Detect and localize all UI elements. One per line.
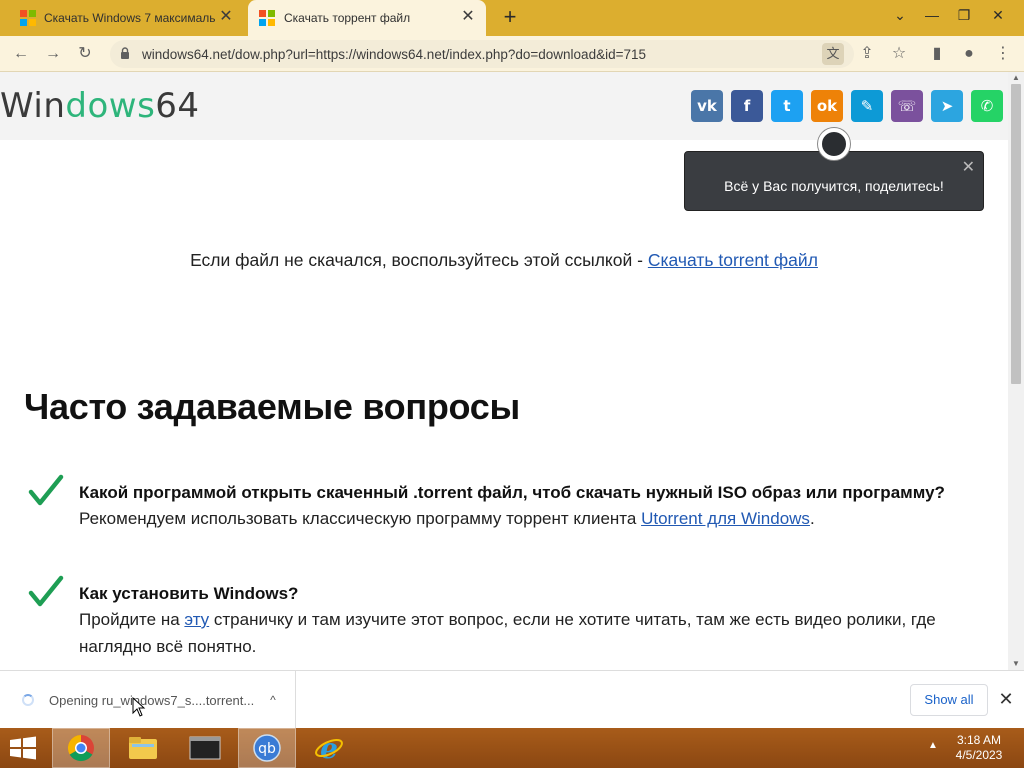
tab-title: Скачать торрент файл xyxy=(284,11,411,25)
profile-icon[interactable]: ● xyxy=(956,41,982,67)
tab-torrent[interactable]: Скачать торрент файл ✕ xyxy=(248,0,486,36)
console-taskbar-icon[interactable] xyxy=(176,728,234,768)
back-button[interactable]: ← xyxy=(8,41,34,67)
install-guide-link[interactable]: эту xyxy=(184,610,209,629)
odnoklassniki-share-icon[interactable]: ok xyxy=(811,90,843,122)
page-scrollbar[interactable]: ▲ ▼ xyxy=(1008,72,1024,670)
tab-windows7[interactable]: Скачать Windows 7 максималь ✕ xyxy=(8,0,244,36)
livejournal-share-icon[interactable]: ✎ xyxy=(851,90,883,122)
checkmark-icon xyxy=(28,474,64,506)
windows-favicon-icon xyxy=(20,10,36,26)
tooltip-close-icon[interactable]: ✕ xyxy=(962,157,975,177)
internet-explorer-icon: e xyxy=(315,733,343,763)
minimize-button[interactable]: — xyxy=(916,0,948,30)
checkmark-icon xyxy=(28,575,64,607)
scroll-up-arrow[interactable]: ▲ xyxy=(1008,72,1024,84)
menu-icon[interactable]: ⋮ xyxy=(990,41,1016,67)
qbittorrent-taskbar-icon[interactable]: qb xyxy=(238,728,296,768)
tab-close-icon[interactable]: ✕ xyxy=(218,9,234,25)
new-tab-button[interactable]: + xyxy=(498,6,522,30)
console-icon xyxy=(189,736,221,760)
chevron-up-icon[interactable]: ^ xyxy=(264,691,282,709)
explorer-taskbar-icon[interactable] xyxy=(114,728,172,768)
translate-icon[interactable]: 文 xyxy=(822,43,844,65)
window-close-button[interactable]: ✕ xyxy=(982,0,1014,30)
chrome-taskbar-icon[interactable] xyxy=(52,728,110,768)
faq-question: Как установить Windows? xyxy=(79,584,299,603)
twitter-share-icon[interactable]: t xyxy=(771,90,803,122)
windows-favicon-icon xyxy=(259,10,275,26)
svg-text:e: e xyxy=(320,733,338,763)
restore-button[interactable]: ❐ xyxy=(948,0,980,30)
vk-share-icon[interactable]: vk xyxy=(691,90,723,122)
url-text[interactable]: windows64.net/dow.php?url=https://window… xyxy=(142,47,646,62)
browser-toolbar: ← → ↻ windows64.net/dow.php?url=https://… xyxy=(0,36,1024,72)
download-item[interactable]: Opening ru_windows7_s....torrent... ^ xyxy=(0,671,296,729)
qbittorrent-icon: qb xyxy=(253,734,281,762)
tab-close-icon[interactable]: ✕ xyxy=(460,9,476,25)
share-icon[interactable]: ⇪ xyxy=(854,41,880,67)
tooltip-text: Всё у Вас получится, поделитесь! xyxy=(724,178,944,194)
mouse-cursor-icon xyxy=(132,697,146,717)
utorrent-link[interactable]: Utorrent для Windows xyxy=(641,509,810,528)
download-shelf: Opening ru_windows7_s....torrent... ^ Sh… xyxy=(0,670,1024,729)
ie-taskbar-icon[interactable]: e xyxy=(300,728,358,768)
faq-title: Часто задаваемые вопросы xyxy=(24,386,520,427)
scroll-down-arrow[interactable]: ▼ xyxy=(1008,658,1024,670)
fallback-download-text: Если файл не скачался, воспользуйтесь эт… xyxy=(190,250,818,270)
reload-button[interactable]: ↻ xyxy=(72,41,98,67)
lock-icon xyxy=(121,47,129,59)
tray-expand-icon[interactable]: ▲ xyxy=(928,740,938,751)
scroll-thumb[interactable] xyxy=(1011,84,1021,384)
download-progress-icon xyxy=(22,694,34,706)
show-all-button[interactable]: Show all xyxy=(910,684,988,716)
facebook-share-icon[interactable]: f xyxy=(731,90,763,122)
tab-title: Скачать Windows 7 максималь xyxy=(44,11,216,25)
windows-taskbar: qb e ▲ 3:18 AM 4/5/2023 xyxy=(0,728,1024,768)
faq-answer: Рекомендуем использовать классическую пр… xyxy=(79,509,815,528)
share-tooltip: ✕ Всё у Вас получится, поделитесь! xyxy=(684,151,984,211)
side-panel-icon[interactable]: ▮ xyxy=(924,41,950,67)
system-clock[interactable]: 3:18 AM 4/5/2023 xyxy=(948,733,1010,763)
whatsapp-share-icon[interactable]: ✆ xyxy=(971,90,1003,122)
folder-icon xyxy=(129,737,157,759)
windows-start-icon[interactable] xyxy=(8,736,38,760)
tooltip-pointer xyxy=(818,128,850,160)
faq-answer: Пройдите на эту страничку и там изучите … xyxy=(79,610,936,656)
address-bar[interactable]: windows64.net/dow.php?url=https://window… xyxy=(110,40,854,68)
download-filename[interactable]: Opening ru_windows7_s....torrent... xyxy=(49,693,254,708)
forward-button[interactable]: → xyxy=(40,41,66,67)
svg-text:qb: qb xyxy=(258,741,276,757)
chrome-icon xyxy=(67,734,94,762)
torrent-download-link[interactable]: Скачать torrent файл xyxy=(648,250,818,270)
tab-strip: Скачать Windows 7 максималь ✕ Скачать то… xyxy=(0,0,1024,36)
site-logo[interactable]: Windows64 xyxy=(0,86,200,126)
viber-share-icon[interactable]: ☏ xyxy=(891,90,923,122)
bookmark-star-icon[interactable]: ☆ xyxy=(886,41,912,67)
telegram-share-icon[interactable]: ➤ xyxy=(931,90,963,122)
shelf-close-icon[interactable]: ✕ xyxy=(996,688,1016,710)
share-bar: vk f t ok ✎ ☏ ➤ ✆ xyxy=(691,90,1003,122)
tab-search-button[interactable]: ⌄ xyxy=(884,0,916,30)
faq-question: Какой программой открыть скаченный .torr… xyxy=(79,483,945,502)
